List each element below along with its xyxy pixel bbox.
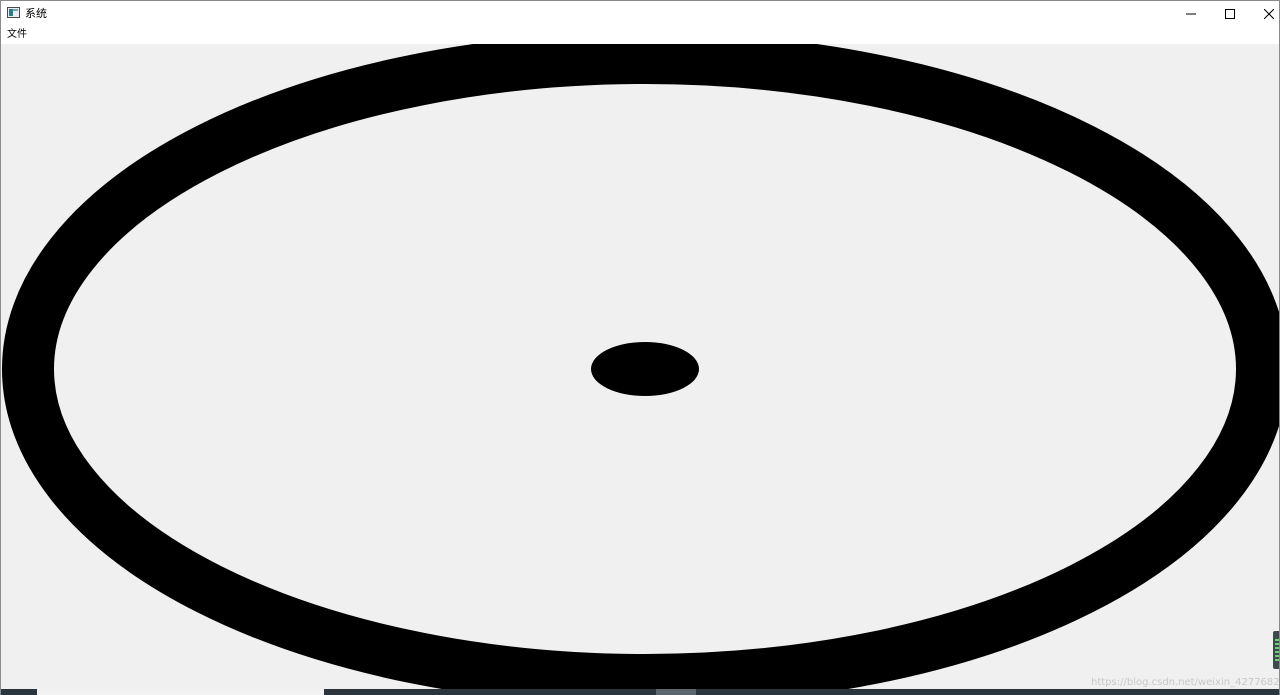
minimize-button[interactable] <box>1171 1 1211 27</box>
app-window-icon <box>7 7 20 18</box>
taskbar-search-box[interactable] <box>37 689 324 695</box>
menu-bar: 文件 <box>1 27 1279 44</box>
maximize-icon <box>1225 9 1235 19</box>
minimize-icon <box>1186 13 1196 15</box>
drawing-svg <box>2 44 1279 695</box>
side-monitor-widget[interactable] <box>1273 631 1279 669</box>
taskbar-app-button[interactable] <box>656 689 696 695</box>
window-title: 系统 <box>25 7 47 20</box>
menu-file[interactable]: 文件 <box>6 28 28 42</box>
drawing-canvas[interactable] <box>1 44 1279 695</box>
taskbar <box>1 689 1279 695</box>
app-window: 系统 文件 https://blog.csdn.net/weixin_42776… <box>0 0 1280 695</box>
watermark-text: https://blog.csdn.net/weixin_42776820 <box>1091 677 1280 688</box>
close-button[interactable] <box>1249 1 1279 27</box>
maximize-button[interactable] <box>1210 1 1250 27</box>
title-bar[interactable]: 系统 <box>1 1 1279 27</box>
center-dot <box>591 342 699 396</box>
close-icon <box>1264 9 1274 19</box>
